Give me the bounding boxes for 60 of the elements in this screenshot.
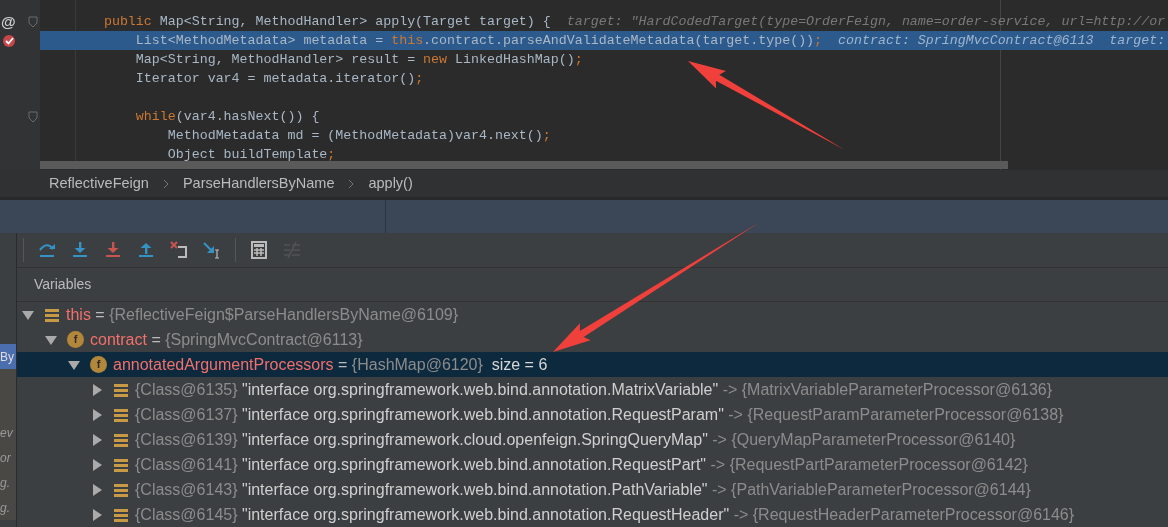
chevron-icon	[348, 178, 355, 189]
object-icon	[113, 431, 129, 448]
fold-icon[interactable]	[28, 110, 38, 123]
code-line: Iterator var4 = metadata.iterator();	[134, 70, 425, 88]
expanded-icon[interactable]	[45, 333, 57, 346]
variable-text: contract = {SpringMvcContract@6113}	[90, 329, 363, 350]
collapsed-icon[interactable]	[91, 383, 103, 396]
run-to-cursor-icon[interactable]	[202, 240, 222, 260]
code-line: Object buildTemplate;	[166, 146, 337, 164]
variable-text: annotatedArgumentProcessors = {HashMap@6120} size = 6	[113, 354, 548, 375]
object-icon	[113, 456, 129, 473]
calculator-icon[interactable]	[249, 240, 269, 260]
chevron-icon	[162, 178, 169, 189]
panel-title: Variables	[34, 275, 92, 294]
collapsed-icon[interactable]	[91, 433, 103, 446]
scrollbar[interactable]	[40, 161, 1008, 169]
tree-row[interactable]: {Class@6143} "interface org.springframework.web.bind.annotation.PathVariable" -> {PathVariableParameterProcessor@6144}	[17, 477, 1168, 502]
step-out-icon[interactable]	[136, 240, 156, 260]
variable-text: {Class@6145} "interface org.springframework.web.bind.annotation.RequestHeader" -> {RequestHeaderParameterProcessor@6146}	[135, 504, 1075, 525]
tree-row[interactable]: {Class@6145} "interface org.springframework.web.bind.annotation.RequestHeader" -> {RequestHeaderParameterProcessor@6146}	[17, 502, 1168, 527]
code-line: public Map<String, MethodHandler> apply(Target target) { target: "HardCodedTarget(type=OrderFeign, name=order-service, url=http://or	[102, 13, 1167, 31]
tree-row[interactable]: {Class@6135} "interface org.springframework.web.bind.annotation.MatrixVariable" -> {MatrixVariableParameterProcessor@6136}	[17, 377, 1168, 402]
object-icon	[113, 506, 129, 523]
code-line: while(var4.hasNext()) {	[134, 108, 321, 126]
variable-text: {Class@6135} "interface org.springframework.web.bind.annotation.MatrixVariable" -> {MatrixVariableParameterProcessor@6136}	[135, 379, 1053, 400]
object-icon	[113, 381, 129, 398]
tree-row[interactable]: f contract = {SpringMvcContract@6113}	[17, 327, 1168, 352]
object-icon	[113, 481, 129, 498]
variable-text: {Class@6143} "interface org.springframework.web.bind.annotation.PathVariable" -> {PathVariableParameterProcessor@6144}	[135, 479, 1031, 500]
collapsed-icon[interactable]	[91, 508, 103, 521]
override-marker[interactable]: @	[1, 14, 16, 29]
variable-text: {Class@6137} "interface org.springframework.web.bind.annotation.RequestParam" -> {RequestParamParameterProcessor@6138}	[135, 404, 1064, 425]
tree-row[interactable]: {Class@6137} "interface org.springframework.web.bind.annotation.RequestParam" -> {RequestParamParameterProcessor@6138}	[17, 402, 1168, 427]
code-line: Map<String, MethodHandler> result = new LinkedHashMap();	[134, 51, 584, 69]
expanded-icon[interactable]	[22, 308, 34, 321]
breadcrumb-item[interactable]: apply()	[364, 172, 417, 195]
field-icon: f	[90, 356, 107, 373]
drop-frame-icon[interactable]	[169, 240, 189, 260]
collapsed-icon[interactable]	[91, 483, 103, 496]
tree-row[interactable]: this = {ReflectiveFeign$ParseHandlersByName@6109}	[17, 302, 1168, 327]
expanded-icon[interactable]	[68, 358, 80, 371]
tree-row[interactable]: {Class@6139} "interface org.springframework.cloud.openfeign.SpringQueryMap" -> {QueryMapParameterProcessor@6140}	[17, 427, 1168, 452]
collapsed-icon[interactable]	[91, 458, 103, 471]
tree-row[interactable]: {Class@6141} "interface org.springframework.web.bind.annotation.RequestPart" -> {RequestPartParameterProcessor@6142}	[17, 452, 1168, 477]
tree-row[interactable]: f annotatedArgumentProcessors = {HashMap@6120} size = 6	[17, 352, 1168, 377]
breadcrumb-item[interactable]: ReflectiveFeign	[45, 172, 153, 195]
object-icon	[44, 306, 60, 323]
fold-icon[interactable]	[28, 15, 38, 28]
breakpoint-icon[interactable]	[2, 33, 16, 48]
object-icon	[113, 406, 129, 423]
variable-text: {Class@6141} "interface org.springframework.web.bind.annotation.RequestPart" -> {RequestPartParameterProcessor@6142}	[135, 454, 1028, 475]
variable-text: this = {ReflectiveFeign$ParseHandlersByName@6109}	[66, 304, 459, 325]
force-step-into-icon[interactable]	[103, 240, 123, 260]
field-icon: f	[67, 331, 84, 348]
code-line: MethodMetadata md = (MethodMetadata)var4.next();	[166, 127, 552, 145]
variable-text: {Class@6139} "interface org.springframework.cloud.openfeign.SpringQueryMap" -> {QueryMapParameterProcessor@6140}	[135, 429, 1016, 450]
side-list-item[interactable]: By	[0, 344, 16, 369]
step-into-icon[interactable]	[70, 240, 90, 260]
collapsed-icon[interactable]	[91, 408, 103, 421]
breadcrumb-item[interactable]: ParseHandlersByName	[178, 172, 339, 195]
